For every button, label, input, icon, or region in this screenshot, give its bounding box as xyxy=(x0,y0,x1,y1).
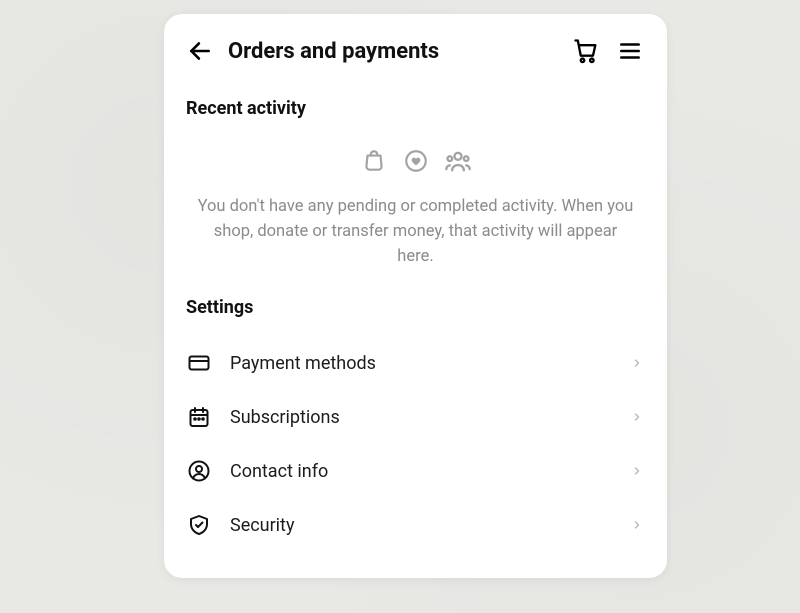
shield-check-icon xyxy=(187,513,211,537)
settings-item-security[interactable]: Security xyxy=(186,498,645,552)
empty-state-text: You don't have any pending or completed … xyxy=(186,195,645,269)
recent-activity-title: Recent activity xyxy=(186,98,645,119)
user-circle-icon xyxy=(187,459,211,483)
people-icon xyxy=(444,147,472,175)
shopping-bag-icon xyxy=(361,148,387,174)
chevron-right-icon xyxy=(631,519,643,531)
calendar-icon xyxy=(187,405,211,429)
list-item-label: Security xyxy=(230,515,611,536)
cart-button[interactable] xyxy=(571,36,601,66)
back-button[interactable] xyxy=(186,37,214,65)
list-item-label: Contact info xyxy=(230,461,611,482)
orders-payments-panel: Orders and payments Recent activity xyxy=(164,14,667,578)
settings-title: Settings xyxy=(186,297,645,318)
credit-card-icon xyxy=(187,351,211,375)
list-item-label: Subscriptions xyxy=(230,407,611,428)
list-item-label: Payment methods xyxy=(230,353,611,374)
settings-list: Payment methods Subscriptions xyxy=(186,336,645,552)
heart-circle-icon xyxy=(403,148,429,174)
arrow-left-icon xyxy=(187,38,213,64)
chevron-right-icon xyxy=(631,465,643,477)
menu-button[interactable] xyxy=(615,36,645,66)
page-title: Orders and payments xyxy=(228,39,557,64)
empty-state-icons xyxy=(186,147,645,175)
chevron-right-icon xyxy=(631,411,643,423)
chevron-right-icon xyxy=(631,357,643,369)
settings-item-subscriptions[interactable]: Subscriptions xyxy=(186,390,645,444)
hamburger-icon xyxy=(617,38,643,64)
settings-item-contact-info[interactable]: Contact info xyxy=(186,444,645,498)
header-bar: Orders and payments xyxy=(186,32,645,70)
cart-icon xyxy=(572,37,600,65)
settings-item-payment-methods[interactable]: Payment methods xyxy=(186,336,645,390)
